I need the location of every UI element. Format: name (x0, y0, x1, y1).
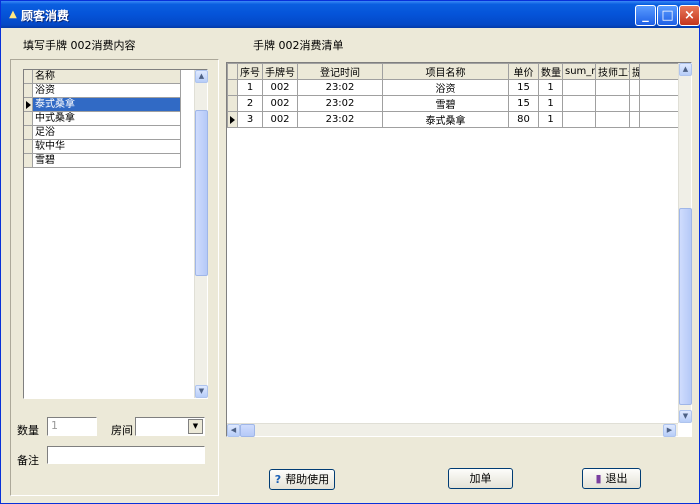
table-cell[interactable] (629, 95, 640, 112)
quantity-label: 数量 (17, 424, 39, 437)
table-cell[interactable]: 23:02 (297, 111, 383, 128)
list-item-label: 中式桑拿 (33, 112, 181, 126)
table-cell[interactable]: 3 (237, 111, 263, 128)
table-cell[interactable] (562, 111, 596, 128)
grid-column-header[interactable]: sum_money (562, 63, 596, 80)
table-cell[interactable]: 1 (538, 95, 563, 112)
table-cell[interactable] (562, 95, 596, 112)
table-cell[interactable] (595, 79, 630, 96)
table-cell[interactable] (629, 79, 640, 96)
scroll-thumb[interactable] (195, 110, 208, 276)
table-cell[interactable]: 1 (237, 79, 263, 96)
list-item[interactable]: 浴资 (24, 84, 194, 98)
room-select[interactable]: ▼ (135, 417, 205, 436)
quantity-input[interactable]: 1 (47, 417, 97, 436)
list-header-row: 名称 (24, 70, 194, 84)
title-bar[interactable]: ▲ 顾客消费 _ □ × (1, 1, 700, 28)
consumption-table: 序号手牌号登记时间项目名称单价数量sum_money技师工号提成 100223:… (227, 63, 691, 128)
remark-input[interactable] (47, 446, 205, 464)
question-icon: ? (274, 473, 282, 486)
grid-indicator-header (227, 63, 238, 80)
table-row[interactable]: 3 002 23:02 泰式桑拿 80 1 (227, 111, 691, 128)
table-cell[interactable]: 雪碧 (382, 95, 509, 112)
scroll-down-arrow-icon[interactable]: ▼ (195, 385, 208, 398)
add-order-button[interactable]: 加单 (448, 468, 513, 489)
window-title: 顾客消费 (21, 9, 70, 23)
table-cell[interactable] (595, 111, 630, 128)
current-row-pointer-icon (230, 116, 235, 124)
scroll-up-arrow-icon[interactable]: ▲ (195, 70, 208, 83)
grid-column-header[interactable]: 登记时间 (297, 63, 383, 80)
list-item[interactable]: 软中华 (24, 140, 194, 154)
grid-column-header[interactable]: 数量 (538, 63, 563, 80)
list-item[interactable]: 雪碧 (24, 154, 194, 168)
help-button[interactable]: ? 帮助使用 (269, 469, 335, 490)
grid-vertical-scrollbar[interactable]: ▲ ▼ (678, 63, 692, 423)
table-row[interactable]: 2 002 23:02 雪碧 15 1 (227, 95, 691, 112)
exit-button-label: 退出 (605, 472, 628, 485)
table-cell[interactable]: 80 (508, 111, 539, 128)
list-item[interactable]: 足浴 (24, 126, 194, 140)
room-label: 房间 (111, 424, 133, 437)
item-list[interactable]: 名称 浴资 泰式桑拿 中式桑拿 足浴 软中华 雪碧 ▲ ▼ (23, 69, 208, 399)
right-caption: 手牌 002消费清单 (253, 39, 344, 52)
row-indicator (227, 111, 238, 128)
consumption-grid[interactable]: 序号手牌号登记时间项目名称单价数量sum_money技师工号提成 100223:… (226, 62, 692, 437)
grid-column-header[interactable]: 单价 (508, 63, 539, 80)
table-cell[interactable]: 002 (262, 79, 298, 96)
exit-button[interactable]: ▮ 退出 (582, 468, 641, 489)
chevron-down-icon[interactable]: ▼ (188, 419, 203, 434)
customer-consumption-window: ▲ 顾客消费 _ □ × 填写手牌 002消费内容 手牌 002消费清单 名称 … (0, 0, 700, 504)
list-item[interactable]: 泰式桑拿 (24, 98, 194, 112)
grid-column-header[interactable]: 序号 (237, 63, 263, 80)
table-cell[interactable]: 15 (508, 95, 539, 112)
list-item-label: 足浴 (33, 126, 181, 140)
list-item-label: 泰式桑拿 (33, 98, 181, 112)
close-button[interactable]: × (679, 5, 700, 26)
list-item[interactable]: 中式桑拿 (24, 112, 194, 126)
list-item-label: 雪碧 (33, 154, 181, 168)
grid-column-header[interactable]: 手牌号 (262, 63, 298, 80)
grid-scroll-right-arrow-icon[interactable]: ▶ (663, 424, 676, 437)
table-cell[interactable]: 002 (262, 111, 298, 128)
table-cell[interactable]: 1 (538, 79, 563, 96)
table-cell[interactable]: 23:02 (297, 95, 383, 112)
list-header-name[interactable]: 名称 (33, 70, 181, 84)
remark-label: 备注 (17, 454, 39, 467)
left-caption: 填写手牌 002消费内容 (23, 39, 136, 52)
table-cell[interactable] (562, 79, 596, 96)
app-icon: ▲ (9, 9, 17, 20)
grid-scroll-left-arrow-icon[interactable]: ◀ (227, 424, 240, 437)
list-vertical-scrollbar[interactable]: ▲ ▼ (194, 70, 208, 398)
list-item-label: 浴资 (33, 84, 181, 98)
grid-column-header[interactable]: 技师工号 (595, 63, 630, 80)
grid-column-header[interactable]: 项目名称 (382, 63, 509, 80)
row-indicator (227, 79, 238, 96)
grid-scroll-down-arrow-icon[interactable]: ▼ (679, 410, 692, 423)
table-cell[interactable]: 15 (508, 79, 539, 96)
list-item-label: 软中华 (33, 140, 181, 154)
add-order-label: 加单 (469, 472, 492, 485)
minimize-button[interactable]: _ (635, 5, 656, 26)
row-indicator (227, 95, 238, 112)
grid-column-header[interactable]: 提成 (629, 63, 640, 80)
table-cell[interactable]: 002 (262, 95, 298, 112)
table-cell[interactable]: 23:02 (297, 79, 383, 96)
table-cell[interactable]: 1 (538, 111, 563, 128)
table-cell[interactable] (595, 95, 630, 112)
table-cell[interactable]: 泰式桑拿 (382, 111, 509, 128)
grid-scroll-up-arrow-icon[interactable]: ▲ (679, 63, 692, 76)
grid-hscroll-thumb[interactable] (240, 424, 255, 437)
grid-scroll-thumb[interactable] (679, 208, 692, 405)
table-cell[interactable]: 浴资 (382, 79, 509, 96)
help-button-label: 帮助使用 (285, 473, 330, 486)
table-cell[interactable]: 2 (237, 95, 263, 112)
door-exit-icon: ▮ (595, 472, 602, 485)
maximize-button[interactable]: □ (657, 5, 678, 26)
grid-horizontal-scrollbar[interactable]: ◀ ▶ (227, 423, 678, 437)
row-pointer-icon (26, 101, 31, 109)
table-cell[interactable] (629, 111, 640, 128)
table-row[interactable]: 1 002 23:02 浴资 15 1 (227, 79, 691, 96)
